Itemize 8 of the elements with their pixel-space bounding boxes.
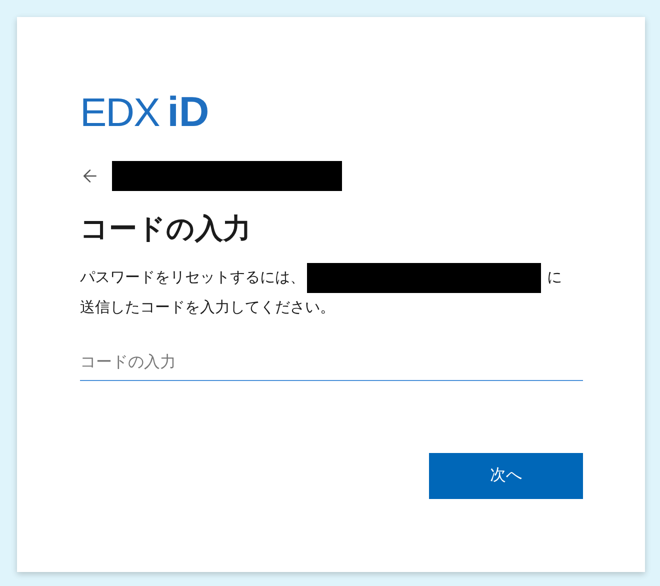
logo-text: EDX bbox=[80, 93, 160, 133]
description-text: に bbox=[547, 268, 562, 288]
code-input-field[interactable]: コードの入力 bbox=[80, 345, 583, 381]
next-button[interactable]: 次へ bbox=[429, 453, 583, 499]
logo-mark: iD bbox=[167, 91, 210, 133]
page-title: コードの入力 bbox=[80, 212, 252, 246]
description-text: パスワードをリセットするには、 bbox=[80, 268, 305, 288]
description-text: 送信したコードを入力してください。 bbox=[80, 298, 335, 318]
